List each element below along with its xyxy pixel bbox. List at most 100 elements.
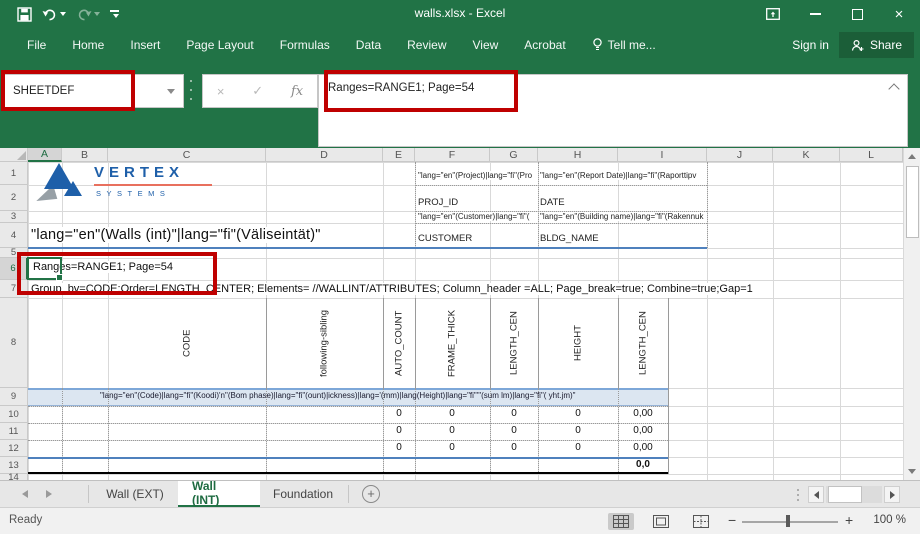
select-all-corner[interactable]	[0, 148, 28, 162]
zoom-level[interactable]: 100 %	[862, 514, 906, 526]
column-header-K[interactable]: K	[773, 148, 840, 162]
row-header-4[interactable]: 4	[0, 223, 28, 248]
row-header-10[interactable]: 10	[0, 406, 28, 423]
scroll-down-icon[interactable]	[908, 469, 916, 474]
cell-E11[interactable]: 0	[379, 425, 419, 436]
row-header-3[interactable]: 3	[0, 211, 28, 223]
sheet-tab-wall-ext[interactable]: Wall (EXT)	[92, 481, 178, 507]
row-header-8[interactable]: 8	[0, 298, 28, 388]
tab-page-layout[interactable]: Page Layout	[173, 32, 266, 58]
cell-A4-sheet-title[interactable]: "lang="en"(Walls (int)"|lang="fi"(Välise…	[31, 227, 321, 243]
tab-review[interactable]: Review	[394, 32, 459, 58]
tell-me-box[interactable]: Tell me...	[579, 32, 669, 58]
column-header-L[interactable]: L	[840, 148, 903, 162]
zoom-slider-track[interactable]	[742, 521, 838, 523]
cell-F12[interactable]: 0	[432, 442, 472, 453]
cell-E12[interactable]: 0	[379, 442, 419, 453]
close-icon[interactable]: ×	[878, 0, 920, 28]
rotated-header-following-sibling[interactable]: following-sibling	[317, 299, 331, 387]
share-button[interactable]: Share	[839, 32, 914, 58]
table-border	[668, 388, 669, 474]
column-header-G[interactable]: G	[490, 148, 538, 162]
tab-home[interactable]: Home	[59, 32, 117, 58]
row-header-9[interactable]: 9	[0, 388, 28, 406]
row-header-1[interactable]: 1	[0, 162, 28, 185]
cell-H3[interactable]: "lang="en"(Building name)|lang="fi"(Rake…	[540, 212, 706, 221]
vertical-scrollbar[interactable]	[903, 148, 920, 480]
rotated-header-length-cen-1[interactable]: LENGTH_CEN	[507, 299, 521, 387]
collapse-formula-bar-icon[interactable]	[888, 83, 899, 94]
tab-data[interactable]: Data	[343, 32, 394, 58]
cell-H11[interactable]: 0	[558, 425, 598, 436]
vertical-scrollbar-thumb[interactable]	[906, 166, 919, 238]
cell-H12[interactable]: 0	[558, 442, 598, 453]
cell-I10[interactable]: 0,00	[623, 408, 663, 419]
cell-E10[interactable]: 0	[379, 408, 419, 419]
gridline	[28, 162, 29, 480]
cell-F4[interactable]: CUSTOMER	[418, 233, 472, 244]
column-header-J[interactable]: J	[707, 148, 773, 162]
zoom-slider-thumb[interactable]	[786, 515, 790, 527]
cell-H2[interactable]: DATE	[540, 197, 565, 208]
page-break-preview-icon[interactable]	[688, 513, 714, 530]
sheet-nav-right-icon[interactable]	[46, 490, 52, 498]
cell-F2[interactable]: PROJ_ID	[418, 197, 458, 208]
maximize-icon[interactable]	[836, 0, 878, 28]
rotated-header-height[interactable]: HEIGHT	[571, 299, 585, 387]
cell-H1[interactable]: "lang="en"(Report Date)|lang="fi"(Raport…	[540, 171, 706, 180]
row-header-11[interactable]: 11	[0, 423, 28, 440]
minimize-icon[interactable]	[794, 0, 836, 28]
cell-F10[interactable]: 0	[432, 408, 472, 419]
tab-formulas[interactable]: Formulas	[267, 32, 343, 58]
scroll-up-icon[interactable]	[908, 154, 916, 159]
tab-file[interactable]: File	[14, 32, 59, 58]
cell-I11[interactable]: 0,00	[623, 425, 663, 436]
zoom-in-icon[interactable]: +	[845, 512, 853, 528]
rotated-header-code[interactable]: CODE	[180, 299, 194, 387]
column-header-B[interactable]: B	[62, 148, 108, 162]
rotated-header-length-cen-2[interactable]: LENGTH_CEN	[636, 299, 650, 387]
cell-G10[interactable]: 0	[494, 408, 534, 419]
cell-row9-labels[interactable]: "lang="en"(Code)|lang="fi"(Koodi)'n"(Bom…	[100, 391, 666, 400]
cell-I13-total[interactable]: 0,0	[623, 459, 663, 470]
normal-view-icon[interactable]	[608, 513, 634, 530]
column-header-C[interactable]: C	[108, 148, 266, 162]
tab-insert[interactable]: Insert	[117, 32, 173, 58]
ribbon-display-options-icon[interactable]	[752, 0, 794, 28]
tab-view[interactable]: View	[460, 32, 512, 58]
spreadsheet-grid[interactable]: VERTEX SYSTEMS "lang="en"(Project)|lang=…	[0, 148, 903, 480]
row-header-14[interactable]: 14	[0, 474, 28, 480]
row-header-12[interactable]: 12	[0, 440, 28, 457]
sheet-tab-foundation[interactable]: Foundation	[260, 481, 346, 507]
sign-in-link[interactable]: Sign in	[792, 38, 829, 52]
hscroll-left-icon[interactable]	[808, 486, 824, 503]
rotated-header-frame-thick[interactable]: FRAME_THICK	[445, 299, 459, 387]
cell-F1[interactable]: "lang="en"(Project)|lang="fi"(Pro	[418, 171, 537, 180]
page-layout-view-icon[interactable]	[648, 513, 674, 530]
cell-F11[interactable]: 0	[432, 425, 472, 436]
cell-F3[interactable]: "lang="en"(Customer)|lang="fi"(	[418, 212, 537, 221]
sheet-nav-left-icon[interactable]	[22, 490, 28, 498]
cell-H4[interactable]: BLDG_NAME	[540, 233, 599, 244]
hscroll-right-icon[interactable]	[884, 486, 900, 503]
row-header-2[interactable]: 2	[0, 185, 28, 211]
new-sheet-icon[interactable]: +	[362, 485, 380, 503]
tab-acrobat[interactable]: Acrobat	[511, 32, 578, 58]
column-header-I[interactable]: I	[618, 148, 707, 162]
horizontal-scrollbar-thumb[interactable]	[828, 486, 862, 503]
cell-G11[interactable]: 0	[494, 425, 534, 436]
column-header-D[interactable]: D	[266, 148, 383, 162]
column-header-H[interactable]: H	[538, 148, 618, 162]
sheet-tab-wall-int[interactable]: Wall (INT)	[178, 481, 260, 507]
cell-G12[interactable]: 0	[494, 442, 534, 453]
column-header-F[interactable]: F	[415, 148, 490, 162]
rotated-header-auto-count[interactable]: AUTO_COUNT	[392, 299, 406, 387]
column-header-A[interactable]: A	[28, 148, 62, 162]
name-box-dropdown-icon[interactable]	[167, 89, 175, 94]
insert-function-icon[interactable]: fx	[291, 84, 303, 99]
dotted-border	[28, 406, 668, 407]
column-header-E[interactable]: E	[383, 148, 415, 162]
zoom-out-icon[interactable]: −	[728, 512, 736, 528]
cell-I12[interactable]: 0,00	[623, 442, 663, 453]
cell-H10[interactable]: 0	[558, 408, 598, 419]
